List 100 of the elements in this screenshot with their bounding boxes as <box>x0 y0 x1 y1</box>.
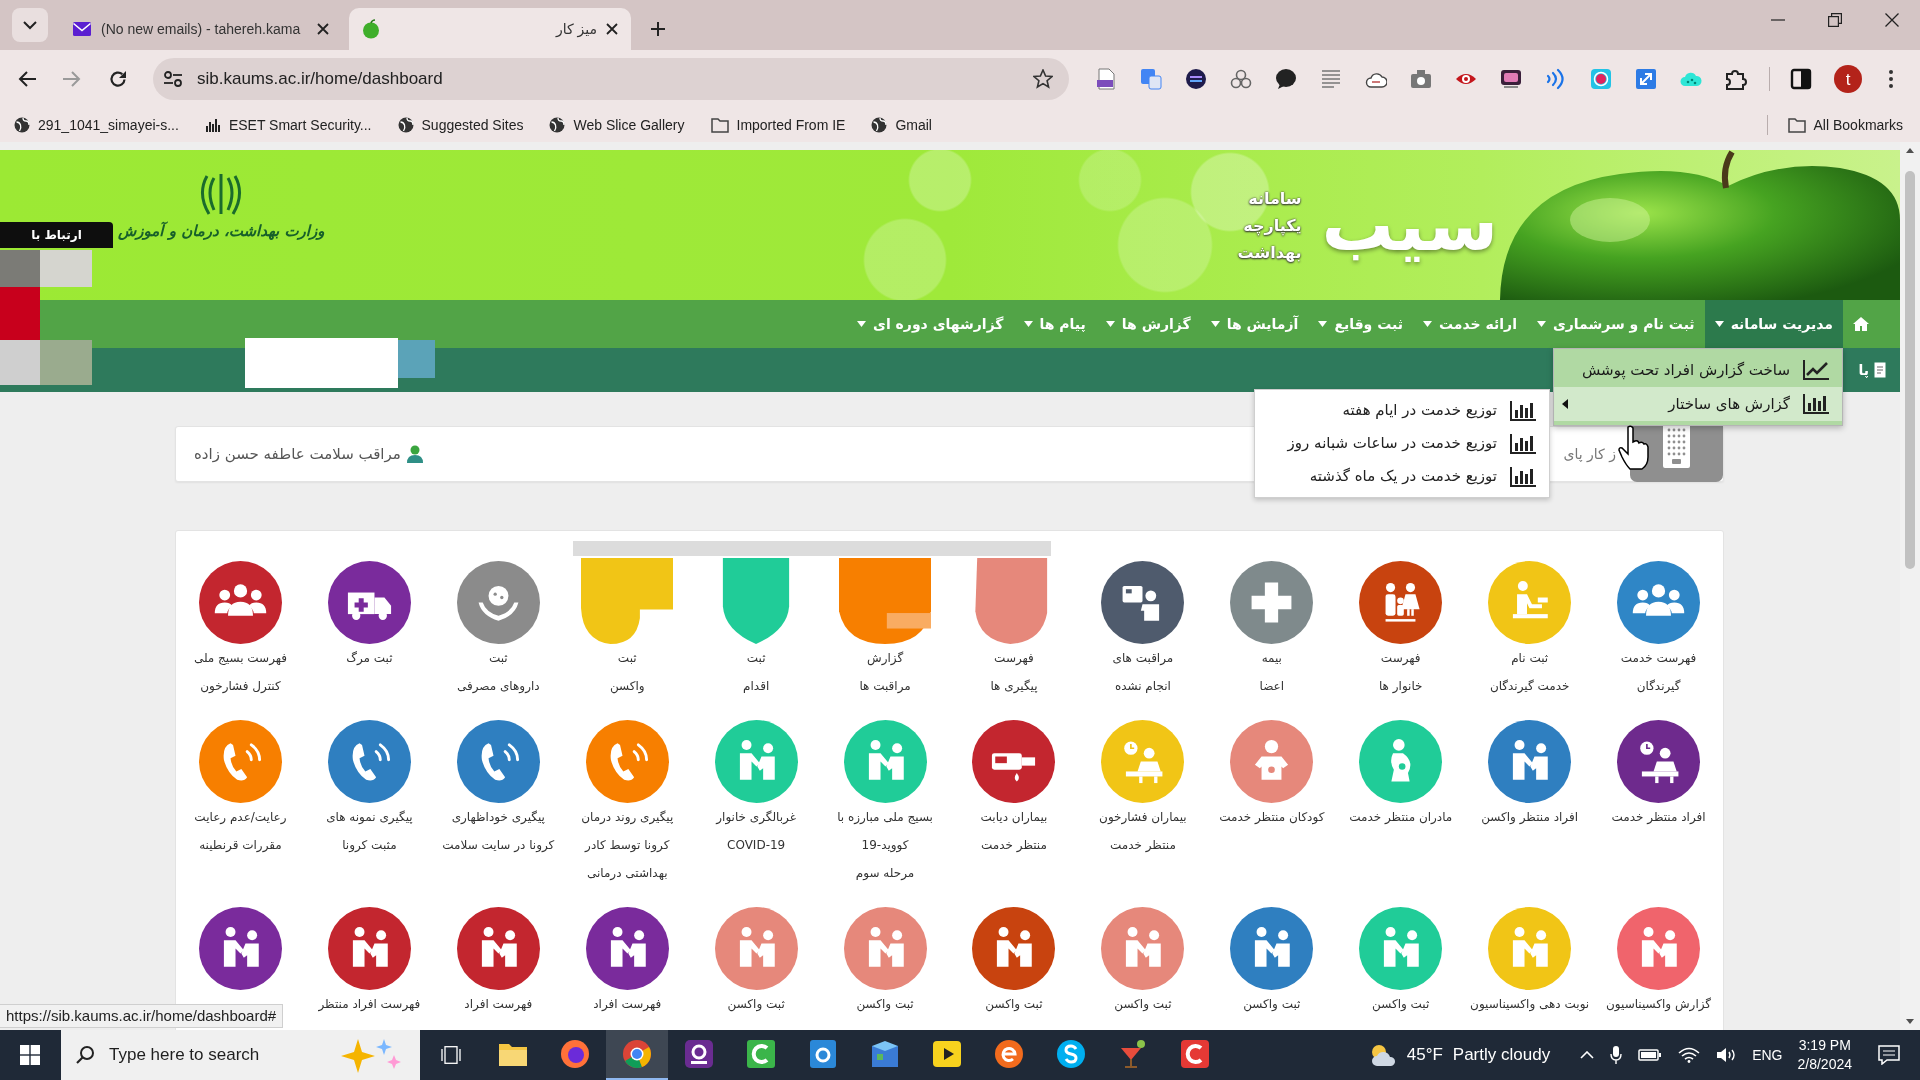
new-tab-icon[interactable] <box>650 21 666 37</box>
battery-icon[interactable] <box>1638 1049 1663 1061</box>
shortcut-link[interactable]: ثبت نام خدمت گیرندگان <box>1488 561 1572 700</box>
address-bar[interactable]: sib.kaums.ac.ir/home/dashboard <box>153 58 1069 100</box>
shortcut-link[interactable]: بسیج ملی مبارزه با کووید-19 مرحله سوم <box>837 720 933 887</box>
overlapping-squares-icon[interactable] <box>1140 68 1162 90</box>
monitor-icon[interactable] <box>1500 68 1522 90</box>
tab-list-button[interactable] <box>12 8 48 42</box>
menu-item[interactable]: گزارش های ساختار <box>1554 387 1842 421</box>
sub-nav-link[interactable]: پا <box>1858 359 1886 381</box>
scroll-down-arrow-icon[interactable] <box>1906 1019 1914 1024</box>
caret-down-icon <box>1210 321 1220 327</box>
shortcut-link[interactable]: پیگیری نمونه های مثبت کرونا <box>326 720 413 859</box>
shortcut-link[interactable]: بیماران فشارخون منتظر خدمت <box>1099 720 1187 859</box>
camera-icon[interactable] <box>1410 68 1432 90</box>
windows-logo-icon[interactable] <box>20 1045 40 1065</box>
shortcut-link[interactable]: ثبت واکسن <box>972 907 1056 1018</box>
profile-avatar[interactable]: t <box>1834 65 1862 93</box>
shortcut-link[interactable]: ثبت واکسن <box>843 907 927 1018</box>
shortcut-link[interactable]: ثبت داروهای مصرفی <box>456 561 540 700</box>
shortcut-link[interactable]: ثبت واکسن <box>1359 907 1443 1018</box>
c-tile-icon <box>1181 1040 1209 1068</box>
record-icon[interactable] <box>1590 68 1612 90</box>
caret-left-icon <box>1562 399 1568 409</box>
shortcut-link[interactable]: فهرست افراد <box>456 907 540 1018</box>
linked-rings-icon[interactable] <box>1230 68 1252 90</box>
bookmark-star-icon[interactable] <box>1033 69 1053 89</box>
shortcut-link[interactable]: افراد منتظر خدمت <box>1611 720 1706 831</box>
file-icon[interactable] <box>1095 68 1117 90</box>
shortcut-link[interactable]: کودکان منتظر خدمت <box>1219 720 1325 831</box>
language-indicator[interactable]: ENG <box>1752 1044 1783 1066</box>
notification-icon[interactable] <box>1878 1045 1900 1065</box>
back-arrow-icon[interactable] <box>17 69 37 89</box>
shortcut-link[interactable]: افراد منتظر واکسن <box>1481 720 1579 831</box>
taskbar-search-field[interactable]: Type here to search <box>61 1030 420 1080</box>
shortcut-link[interactable]: بیمه اعضا <box>1230 561 1314 700</box>
shortcut-link[interactable]: ثبت واکسن <box>1101 907 1185 1018</box>
browser-tab[interactable]: (No new emails) - tahereh.kama <box>60 8 342 50</box>
shortcut-link[interactable]: رعایت/عدم رعایت مقررات قرنطینه <box>194 720 287 859</box>
nav-menu-item[interactable]: مدیریت سامانه <box>1704 300 1843 348</box>
restore-icon[interactable] <box>1828 13 1842 27</box>
shortcut-link[interactable]: نوبت دهی واکسیناسیون <box>1470 907 1590 1018</box>
clock-date[interactable]: 3:19 PM 2/8/2024 <box>1797 1036 1852 1074</box>
shortcut-link[interactable]: فهرست بسیج ملی کنترل فشارخون <box>193 561 288 700</box>
weather-widget[interactable]: 45°F Partly cloudy <box>1368 1042 1551 1068</box>
chevron-up-icon[interactable] <box>1580 1051 1595 1059</box>
submenu-item[interactable]: توزیع خدمت در ایام هفته <box>1255 394 1549 427</box>
caret-down-icon <box>1714 321 1724 327</box>
shortcut-link[interactable]: پیگیری خوداظهاری کرونا در سایت سلامت <box>442 720 555 859</box>
shortcut-link[interactable]: گزارش واکسیناسیون <box>1606 907 1712 1018</box>
globe-icon <box>871 117 888 133</box>
all-bookmarks-link[interactable]: All Bookmarks <box>1787 114 1903 136</box>
submenu-item[interactable]: توزیع خدمت در ساعات شبانه روز <box>1255 427 1549 460</box>
bookmark-link[interactable]: 291_1041_simayei-s... <box>14 114 179 136</box>
submenu-item[interactable]: توزیع خدمت در یک ماه گذشته <box>1255 460 1549 493</box>
shortcut-link[interactable]: گزارش مراقبت ها <box>839 561 932 700</box>
globe-icon <box>397 117 414 133</box>
shortcut-link[interactable]: مادران منتظر خدمت <box>1349 720 1453 831</box>
bookmark-link[interactable]: Suggested Sites <box>397 114 524 136</box>
shortcut-link[interactable]: فهرست افراد <box>585 907 669 1018</box>
browser-tab[interactable]: میز کار <box>349 8 631 50</box>
signal-waves-icon[interactable] <box>1545 68 1567 90</box>
wifi-icon[interactable] <box>1678 1047 1701 1063</box>
home-icon[interactable] <box>1852 316 1870 332</box>
equalizer-bars-icon <box>204 117 221 133</box>
close-icon[interactable] <box>1885 13 1899 27</box>
speech-bubble-icon[interactable] <box>1275 68 1297 90</box>
shortcut-link[interactable]: پیگیری روند درمان کرونا توسط کادر بهداشتی درمانی <box>581 720 674 887</box>
shortcut-link[interactable]: مراقبت های انجام نشده <box>1101 561 1185 700</box>
puzzle-icon[interactable] <box>1725 68 1747 90</box>
reload-icon[interactable] <box>108 69 128 89</box>
shortcut-link[interactable]: ثبت واکسن <box>714 907 798 1018</box>
microphone-icon[interactable] <box>1610 1045 1623 1065</box>
two-people-icon[interactable] <box>198 907 282 990</box>
shortcut-link[interactable]: فهرست پیگیری ها <box>967 561 1060 700</box>
shortcut-link[interactable]: ثبت واکسن <box>1230 907 1314 1018</box>
bar-chart-icon <box>1509 465 1537 488</box>
bookmark-link[interactable]: Gmail <box>871 114 932 136</box>
shortcut-link[interactable]: بیماران دیابت منتظر خدمت <box>972 720 1056 859</box>
bookmark-link[interactable]: Imported From IE <box>710 114 846 136</box>
shortcut-link[interactable]: ثبت اقدام <box>710 561 803 700</box>
shortcut-link[interactable]: فهرست خدمت گیرندگان <box>1617 561 1701 700</box>
shortcut-link[interactable]: فهرست افراد منتظر <box>318 907 421 1018</box>
contact-tab[interactable]: ارتباط با <box>0 222 113 248</box>
menu-item[interactable]: ساخت گزارش افراد تحت پوشش <box>1554 353 1842 387</box>
speaker-icon[interactable] <box>1716 1047 1737 1063</box>
scrollbar-thumb[interactable] <box>1905 171 1915 569</box>
scroll-up-arrow-icon[interactable] <box>1906 148 1914 153</box>
task-view-icon[interactable] <box>441 1046 461 1064</box>
bookmark-link[interactable]: ESET Smart Security... <box>204 114 372 136</box>
shortcut-link[interactable]: ثبت مرگ <box>327 561 411 672</box>
more-menu-icon[interactable] <box>1888 69 1894 89</box>
site-settings-icon[interactable] <box>163 71 183 87</box>
shortcut-link[interactable]: فهرست خانوار ها <box>1359 561 1443 700</box>
close-icon[interactable] <box>317 23 329 35</box>
round-badge-icon[interactable] <box>1185 68 1207 90</box>
shortcut-link[interactable]: ثبت واکسن <box>581 561 674 700</box>
bookmark-link[interactable]: Web Slice Gallery <box>549 114 685 136</box>
side-panel-icon[interactable] <box>1790 68 1812 90</box>
close-icon[interactable] <box>606 23 618 35</box>
